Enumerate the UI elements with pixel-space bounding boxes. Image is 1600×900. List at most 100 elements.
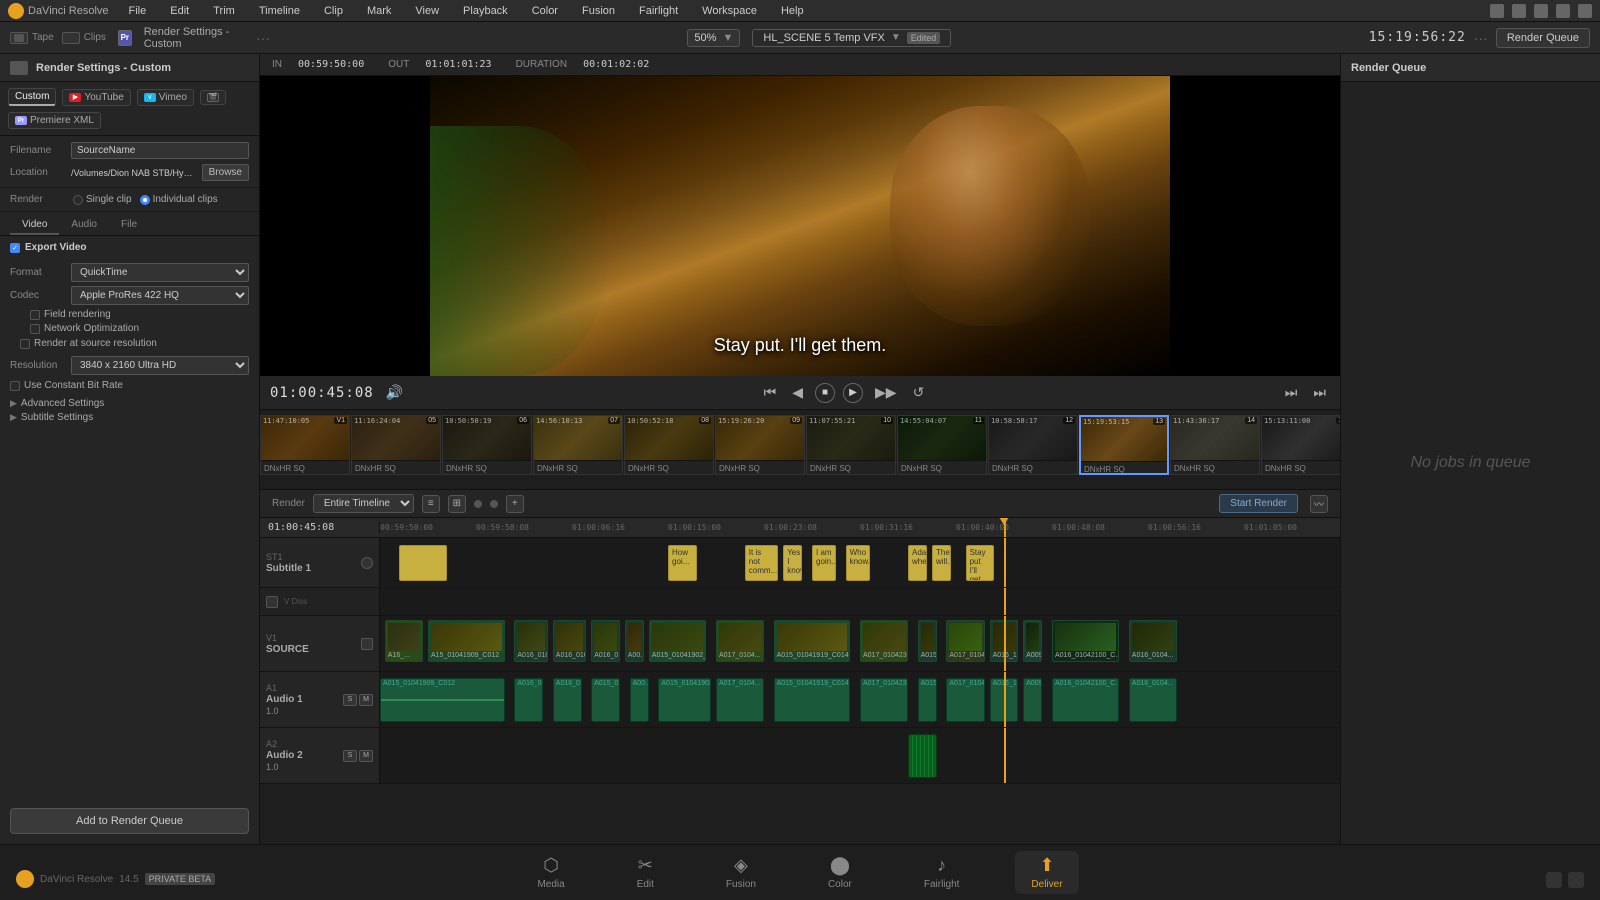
subtitle-track-content[interactable]: Howgoi... It is notcomm... Yes, Iknow. I… bbox=[380, 538, 1340, 587]
filename-input[interactable] bbox=[71, 142, 249, 159]
preset-tab-vimeo[interactable]: v Vimeo bbox=[137, 89, 194, 106]
menu-timeline[interactable]: Timeline bbox=[255, 3, 304, 19]
audio2-solo-btn[interactable]: S bbox=[343, 750, 357, 762]
aud-clip-14[interactable]: A016_01042100_C... bbox=[1052, 678, 1119, 722]
clip-item[interactable]: 15:19:26:20 09 DNxHR SQ bbox=[715, 415, 805, 475]
nav-item-media[interactable]: ⬡ Media bbox=[521, 851, 580, 894]
menu-edit[interactable]: Edit bbox=[166, 3, 193, 19]
next-frame-icon[interactable]: ▶▶ bbox=[871, 382, 901, 403]
menu-file[interactable]: File bbox=[125, 3, 151, 19]
preset-tab-youtube[interactable]: ▶ YouTube bbox=[62, 89, 130, 106]
start-render-button[interactable]: Start Render bbox=[1219, 494, 1298, 513]
vid-clip-1[interactable]: A16_... bbox=[385, 620, 423, 662]
clip-item[interactable]: 14:56:10:13 07 DNxHR SQ bbox=[533, 415, 623, 475]
goto-end-icon[interactable]: ⏭ bbox=[1281, 382, 1302, 403]
audio1-mute-btn[interactable]: M bbox=[359, 694, 373, 706]
preset-tab-premiere[interactable]: Pr Premiere XML bbox=[8, 112, 101, 129]
menu-bar-icon-1[interactable] bbox=[1490, 4, 1504, 18]
render-timeline-select[interactable]: Entire Timeline bbox=[313, 494, 414, 513]
sub-clip-8[interactable]: Theywill... bbox=[932, 545, 951, 581]
sub-clip-5[interactable]: I amgoin... bbox=[812, 545, 836, 581]
clip-item[interactable]: 11:07:55:21 10 DNxHR SQ bbox=[806, 415, 896, 475]
timeline-dot-2[interactable] bbox=[490, 500, 498, 508]
preset-tab-custom[interactable]: Custom bbox=[8, 88, 56, 106]
vid-clip-12[interactable]: A017_01042331_C007 bbox=[946, 620, 984, 662]
clip-item[interactable]: 10:50:50:19 06 DNxHR SQ bbox=[442, 415, 532, 475]
source-track-content[interactable]: A16_... A15_01041909_C012 A016_010... bbox=[380, 616, 1340, 671]
menu-bar-icon-2[interactable] bbox=[1512, 4, 1526, 18]
aud-clip-5[interactable]: A00... bbox=[630, 678, 649, 722]
vid-clip-11[interactable]: A015_... bbox=[918, 620, 937, 662]
audio1-solo-btn[interactable]: S bbox=[343, 694, 357, 706]
nav-right-icon-1[interactable] bbox=[1546, 872, 1562, 888]
menu-bar-icon-4[interactable] bbox=[1556, 4, 1570, 18]
clip-item[interactable]: 10:50:52:18 08 DNxHR SQ bbox=[624, 415, 714, 475]
timeline-grid-view-icon[interactable]: ⊞ bbox=[448, 495, 466, 513]
subtitle-track-eye[interactable] bbox=[361, 557, 373, 569]
vid-clip-4[interactable]: A016_010... bbox=[553, 620, 587, 662]
vid-clip-3[interactable]: A016_010... bbox=[514, 620, 548, 662]
aud-clip-8[interactable]: A015_01041919_C014 bbox=[774, 678, 851, 722]
aud-clip-2[interactable]: A016_010... bbox=[514, 678, 543, 722]
audio2-mute-btn[interactable]: M bbox=[359, 750, 373, 762]
format-select[interactable]: QuickTime bbox=[71, 263, 249, 282]
timeline-zoom-in-icon[interactable]: + bbox=[506, 495, 524, 513]
timeline-list-view-icon[interactable]: ≡ bbox=[422, 495, 440, 513]
sub-clip-3[interactable]: It is notcomm... bbox=[745, 545, 779, 581]
sub-clip-1[interactable] bbox=[399, 545, 447, 581]
network-optimization-checkbox[interactable] bbox=[30, 324, 40, 334]
timeline-waveform-icon[interactable]: 〰 bbox=[1310, 495, 1328, 513]
aud-clip-15[interactable]: A016_0104... bbox=[1129, 678, 1177, 722]
aud-clip-10[interactable]: A015_... bbox=[918, 678, 937, 722]
sub-clip-2[interactable]: Howgoi... bbox=[668, 545, 697, 581]
aud-clip-3[interactable]: A016_010... bbox=[553, 678, 582, 722]
menu-view[interactable]: View bbox=[411, 3, 443, 19]
aud-clip-7[interactable]: A017_0104... bbox=[716, 678, 764, 722]
menu-mark[interactable]: Mark bbox=[363, 3, 395, 19]
source-track-lock[interactable] bbox=[361, 638, 373, 650]
tab-file[interactable]: File bbox=[109, 216, 149, 235]
vid-clip-15[interactable]: A016_01042100_C... bbox=[1052, 620, 1119, 662]
aud-clip-9[interactable]: A017_01042380... bbox=[860, 678, 908, 722]
loop-icon[interactable]: ↺ bbox=[909, 382, 929, 403]
const-bitrate-checkbox[interactable] bbox=[10, 381, 20, 391]
clip-item[interactable]: 11:16:24:04 05 DNxHR SQ bbox=[351, 415, 441, 475]
clip-item[interactable]: 14:55:04:07 11 DNxHR SQ bbox=[897, 415, 987, 475]
sub-clip-4[interactable]: Yes, Iknow. bbox=[783, 545, 802, 581]
export-video-checkbox[interactable]: ✓ bbox=[10, 243, 20, 253]
vid-clip-7[interactable]: A015_01041902_C011 bbox=[649, 620, 707, 662]
clip-item[interactable]: 15:13:11:00 16 DNxHR SQ bbox=[1261, 415, 1340, 475]
menu-clip[interactable]: Clip bbox=[320, 3, 347, 19]
codec-select[interactable]: Apple ProRes 422 HQ bbox=[71, 286, 249, 305]
timeline-playhead[interactable] bbox=[1004, 518, 1006, 537]
resolution-select[interactable]: 3840 x 2160 Ultra HD bbox=[71, 356, 249, 375]
transport-right-icon[interactable]: ⏭ bbox=[1309, 382, 1330, 403]
goto-start-icon[interactable]: ⏮ bbox=[760, 382, 781, 403]
nav-item-fusion[interactable]: ◈ Fusion bbox=[710, 851, 772, 894]
stop-button[interactable]: ■ bbox=[815, 383, 835, 403]
render-queue-button[interactable]: Render Queue bbox=[1496, 28, 1590, 48]
single-clip-radio[interactable]: Single clip bbox=[73, 194, 132, 205]
nav-item-fairlight[interactable]: ♪ Fairlight bbox=[908, 851, 976, 894]
browse-button[interactable]: Browse bbox=[202, 164, 249, 181]
vid-clip-8[interactable]: A017_0104... bbox=[716, 620, 764, 662]
zoom-percent-select[interactable]: 50% ▼ bbox=[687, 29, 740, 47]
clip-item[interactable]: 11:47:10:05 V1 DNxHR SQ bbox=[260, 415, 350, 475]
audio2-track-content[interactable] bbox=[380, 728, 1340, 783]
video-preview[interactable]: Stay put. I'll get them. bbox=[430, 76, 1170, 376]
menu-bar-icon-5[interactable] bbox=[1578, 4, 1592, 18]
individual-clips-radio[interactable]: Individual clips bbox=[140, 194, 218, 205]
aud-clip-11[interactable]: A017_01042331_C007 bbox=[946, 678, 984, 722]
clip-item[interactable]: 10:58:58:17 12 DNxHR SQ bbox=[988, 415, 1078, 475]
vid-clip-2[interactable]: A15_01041909_C012 bbox=[428, 620, 505, 662]
clip-item[interactable]: 11:43:36:17 14 DNxHR SQ bbox=[1170, 415, 1260, 475]
menu-trim[interactable]: Trim bbox=[209, 3, 239, 19]
render-at-source-checkbox[interactable] bbox=[20, 339, 30, 349]
vid-clip-9[interactable]: A015_01041919_C014 bbox=[774, 620, 851, 662]
clip-strip[interactable]: 11:47:10:05 V1 DNxHR SQ 11:16:24:04 05 D… bbox=[260, 410, 1340, 490]
field-rendering-checkbox[interactable] bbox=[30, 310, 40, 320]
nav-item-color[interactable]: ⬤ Color bbox=[812, 851, 868, 894]
menu-fusion[interactable]: Fusion bbox=[578, 3, 619, 19]
preset-tab-film[interactable]: 🎬 bbox=[200, 90, 226, 105]
toolbar-right-dots[interactable]: ··· bbox=[1474, 30, 1488, 46]
